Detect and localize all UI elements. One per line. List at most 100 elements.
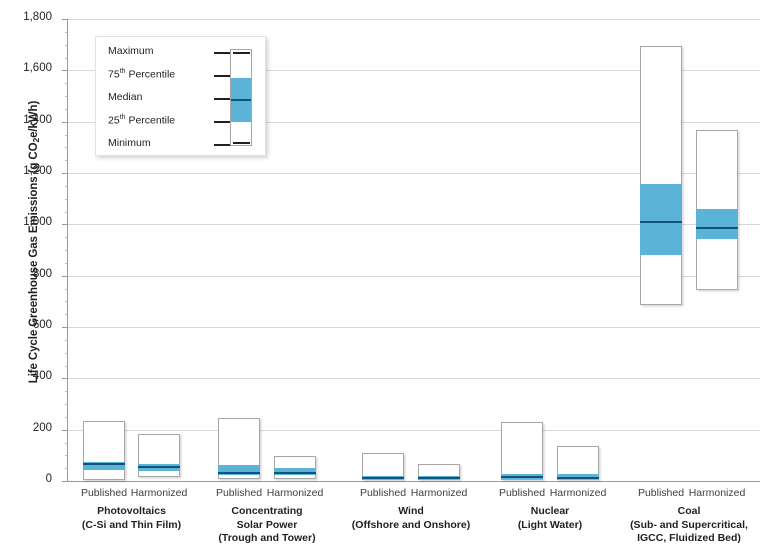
x-axis-sublabel-harmonized: Harmonized <box>130 487 188 499</box>
gridline <box>68 378 760 380</box>
legend-connector-dash <box>214 121 231 123</box>
legend-connector-dash <box>214 52 231 54</box>
y-axis-tick-minor <box>65 352 68 354</box>
legend-entry-label: Median <box>108 91 143 103</box>
box-plot <box>362 453 404 481</box>
box-median-line <box>418 476 460 479</box>
y-axis-tick-major <box>62 19 68 20</box>
box-plot <box>501 421 543 481</box>
x-axis-sublabel-harmonized: Harmonized <box>688 487 746 499</box>
y-axis-tick-minor <box>65 96 68 97</box>
gridline <box>68 327 760 328</box>
y-axis-tick-minor <box>65 365 68 367</box>
box-median-line <box>218 472 260 475</box>
chart-root: Life Cycle Greenhouse Gas Emissions (g C… <box>0 0 770 556</box>
y-axis-title-prefix: Life Cycle Greenhouse Gas Emissions (g C… <box>28 142 40 384</box>
legend-box-glyph <box>230 49 252 146</box>
y-axis-tick-minor <box>65 198 68 200</box>
box-median-line <box>640 221 682 223</box>
box-median-line <box>501 475 543 478</box>
y-axis-tick-minor <box>65 288 68 290</box>
y-axis-tick-minor <box>65 83 68 85</box>
y-axis-tick-minor <box>65 391 68 393</box>
y-axis-tick-minor <box>65 262 68 264</box>
box-plot <box>218 418 260 480</box>
box-plot <box>696 130 738 291</box>
y-axis-title: Life Cycle Greenhouse Gas Emissions (g C… <box>28 12 41 472</box>
legend-entry-label: Minimum <box>108 137 151 149</box>
y-axis-tick-label: 1,000 <box>23 216 52 229</box>
legend-connector-dash <box>214 144 231 146</box>
y-axis-tick-minor <box>65 455 68 457</box>
y-axis-tick-major <box>62 173 68 174</box>
y-axis-tick-major <box>62 481 68 482</box>
y-axis-tick-label: 800 <box>32 267 52 280</box>
box-median-line <box>557 476 599 479</box>
box-plot <box>557 446 599 480</box>
x-axis-sublabel-harmonized: Harmonized <box>266 487 324 499</box>
box-whisker-range <box>640 45 682 305</box>
y-axis-tick-minor <box>65 211 68 213</box>
box-whisker-range <box>83 420 125 480</box>
y-axis-tick-label: 200 <box>32 421 52 434</box>
y-axis-tick-minor <box>65 314 68 316</box>
y-axis-tick-major <box>62 275 68 277</box>
gridline <box>68 429 760 431</box>
y-axis-tick-label: 1,400 <box>23 113 52 126</box>
y-axis-tick-minor <box>65 301 68 303</box>
y-axis-tick-major <box>62 70 68 72</box>
y-axis-tick-label: 400 <box>32 370 52 383</box>
y-axis-tick-label: 1,200 <box>23 165 52 177</box>
x-axis-sublabel-harmonized: Harmonized <box>410 487 468 499</box>
y-axis-tick-minor <box>65 160 68 162</box>
box-plot <box>640 45 682 305</box>
y-axis-tick-label: 1,800 <box>23 11 52 23</box>
box-median-line <box>83 463 125 466</box>
gridline <box>68 481 760 482</box>
legend-glyph-max-cap <box>233 52 250 54</box>
y-axis-tick-minor <box>65 442 68 444</box>
legend-entry-label: 75th Percentile <box>108 68 176 81</box>
legend-entry-label: Maximum <box>108 45 154 57</box>
y-axis-tick-minor <box>65 250 68 251</box>
y-axis-tick-minor <box>65 185 68 187</box>
x-axis-sublabel-harmonized: Harmonized <box>549 487 607 499</box>
y-axis-tick-minor <box>65 339 68 341</box>
y-axis-tick-minor <box>65 416 68 418</box>
x-axis-group-label: Coal (Sub- and Supercritical, IGCC, Fluidi… <box>630 505 748 544</box>
y-axis-tick-label: 0 <box>45 473 52 485</box>
box-median-line <box>274 471 316 474</box>
legend-glyph-min-cap <box>233 142 250 144</box>
y-axis-tick-minor <box>65 44 68 46</box>
box-median-line <box>696 227 738 230</box>
legend-entry-label: 25th Percentile <box>108 114 176 127</box>
y-axis-tick-minor <box>65 237 68 239</box>
gridline <box>68 19 760 20</box>
y-axis-tick-major <box>62 327 68 328</box>
box-iqr <box>640 184 682 256</box>
y-axis-title-subscript: 2 <box>31 137 41 143</box>
box-whisker-range <box>501 421 543 481</box>
legend-glyph-median <box>231 99 251 101</box>
y-axis-tick-major <box>62 224 68 226</box>
box-median-line <box>362 476 404 479</box>
y-axis-tick-major <box>62 429 68 431</box>
box-plot <box>418 464 460 480</box>
y-axis-tick-minor <box>65 468 68 470</box>
box-plot <box>83 420 125 480</box>
box-plot <box>138 434 180 478</box>
y-axis-tick-major <box>62 121 68 123</box>
box-median-line <box>138 465 180 468</box>
chart-legend: Maximum 75th Percentile Median 25th Percent… <box>95 36 266 156</box>
y-axis-tick-minor <box>65 31 68 33</box>
y-axis-tick-minor <box>65 108 68 110</box>
y-axis-tick-label: 600 <box>32 319 52 331</box>
box-iqr <box>696 209 738 240</box>
y-axis-tick-minor <box>65 404 68 405</box>
legend-connector-dash <box>214 98 231 100</box>
y-axis-tick-minor <box>65 134 68 136</box>
y-axis-tick-label: 1,600 <box>23 62 52 75</box>
y-axis-tick-major <box>62 378 68 380</box>
legend-connector-dash <box>214 75 231 77</box>
y-axis-tick-minor <box>65 57 68 59</box>
